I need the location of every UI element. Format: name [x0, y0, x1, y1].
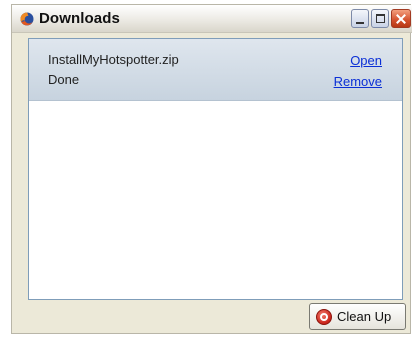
close-icon — [396, 14, 406, 24]
remove-link[interactable]: Remove — [334, 74, 382, 89]
maximize-icon — [375, 14, 385, 23]
clean-up-label: Clean Up — [337, 309, 392, 324]
download-file-name: InstallMyHotspotter.zip — [48, 52, 179, 67]
window-title: Downloads — [39, 10, 120, 27]
clean-up-button[interactable]: Clean Up — [309, 303, 406, 330]
download-item[interactable]: InstallMyHotspotter.zip Done Open Remove — [29, 39, 402, 101]
downloads-window: Downloads InstallMyHotspotter.zip Done O… — [11, 4, 412, 334]
stop-icon — [316, 308, 332, 325]
open-link[interactable]: Open — [350, 53, 382, 68]
minimize-icon — [356, 21, 364, 24]
maximize-button[interactable] — [371, 9, 389, 28]
download-status: Done — [48, 72, 80, 87]
firefox-icon — [20, 12, 34, 26]
downloads-list[interactable]: InstallMyHotspotter.zip Done Open Remove — [28, 38, 403, 300]
close-button[interactable] — [391, 9, 411, 28]
minimize-button[interactable] — [351, 9, 369, 28]
title-bar[interactable]: Downloads — [12, 5, 412, 33]
